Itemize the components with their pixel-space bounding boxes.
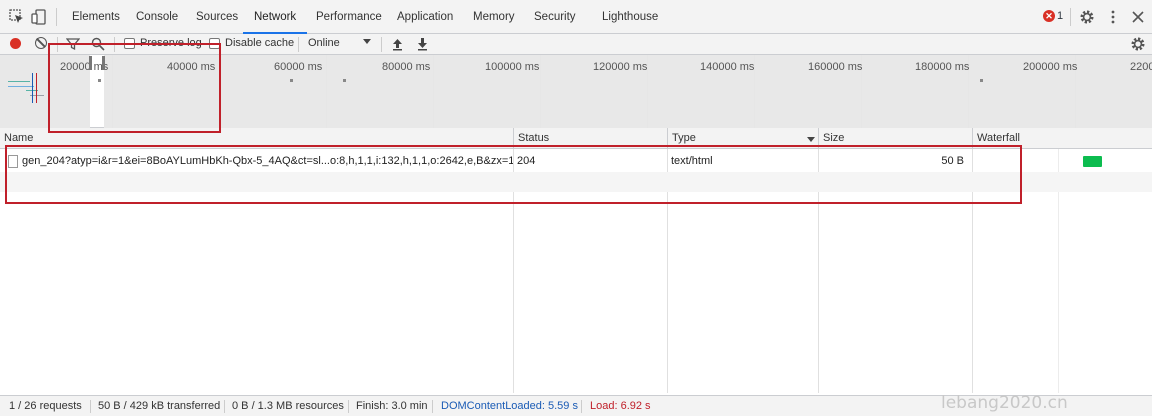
overview-tick-label: 120000 ms: [593, 61, 648, 73]
overview-dot: [290, 79, 293, 82]
resources-size: 0 B / 1.3 MB resources: [232, 400, 344, 412]
annotation-box-request-row: [5, 145, 1022, 204]
finish-time: Finish: 3.0 min: [356, 400, 428, 412]
overview-tick-label: 160000 ms: [808, 61, 863, 73]
error-count[interactable]: 1: [1057, 10, 1063, 22]
tab-memory[interactable]: Memory: [473, 0, 515, 34]
waterfall-bar[interactable]: [1083, 156, 1102, 167]
overview-dcl-marker: [32, 73, 33, 103]
request-count: 1 / 26 requests: [9, 400, 82, 412]
record-button[interactable]: [10, 38, 21, 49]
import-har-icon[interactable]: [391, 37, 404, 51]
disable-cache-label[interactable]: Disable cache: [225, 37, 294, 49]
overview-load-marker: [36, 73, 37, 103]
overview-tick-label: 200000 ms: [1023, 61, 1078, 73]
error-icon[interactable]: ✕: [1043, 10, 1055, 22]
chevron-down-icon[interactable]: [363, 39, 371, 44]
network-settings-gear-icon[interactable]: [1130, 36, 1146, 52]
overview-tick-label: 180000 ms: [915, 61, 970, 73]
load-time: Load: 6.92 s: [590, 400, 651, 412]
tab-application[interactable]: Application: [397, 0, 453, 34]
overview-dot: [343, 79, 346, 82]
export-har-icon[interactable]: [416, 37, 429, 51]
tab-lighthouse[interactable]: Lighthouse: [602, 0, 658, 34]
device-toolbar-icon[interactable]: [31, 9, 47, 25]
tab-security[interactable]: Security: [534, 0, 576, 34]
clear-icon[interactable]: [35, 37, 47, 49]
overview-request-line: [8, 86, 34, 87]
overview-tick-label: 2200: [1130, 61, 1152, 73]
tab-elements[interactable]: Elements: [72, 0, 120, 34]
overview-tick-label: 100000 ms: [485, 61, 540, 73]
transferred-size: 50 B / 429 kB transferred: [98, 400, 221, 412]
settings-gear-icon[interactable]: [1079, 9, 1095, 25]
overview-tick-label: 60000 ms: [274, 61, 323, 73]
close-icon[interactable]: [1130, 9, 1146, 25]
tab-network[interactable]: Network: [243, 0, 308, 34]
tab-console[interactable]: Console: [136, 0, 178, 34]
annotation-box-overview: [48, 43, 221, 133]
overview-request-line: [8, 81, 30, 82]
inspect-element-icon[interactable]: [9, 9, 25, 25]
throttling-select[interactable]: Online: [308, 37, 340, 49]
dom-content-loaded-time: DOMContentLoaded: 5.59 s: [441, 400, 578, 412]
overview-dot: [980, 79, 983, 82]
overview-tick-label: 140000 ms: [700, 61, 755, 73]
watermark: lebang2020.cn: [941, 393, 1068, 413]
tab-performance[interactable]: Performance: [316, 0, 382, 34]
devtools-tab-bar: Elements Console Sources Network Perform…: [0, 0, 1152, 34]
overview-tick-label: 80000 ms: [382, 61, 431, 73]
tab-sources[interactable]: Sources: [196, 0, 238, 34]
sort-descending-icon[interactable]: [807, 137, 815, 142]
more-options-icon[interactable]: [1105, 9, 1121, 25]
